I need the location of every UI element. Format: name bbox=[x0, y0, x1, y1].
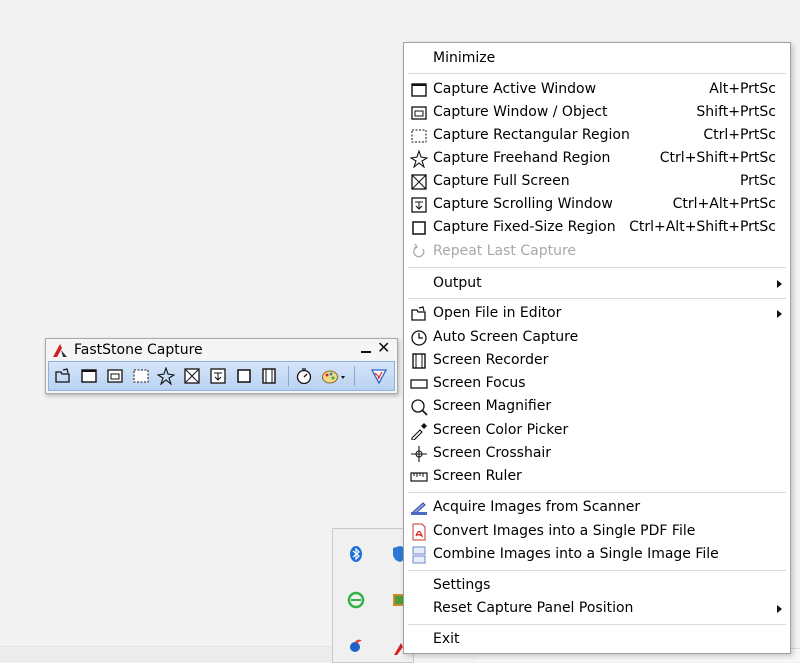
submenu-arrow-icon bbox=[777, 280, 782, 288]
capture-fixed-size-region-icon[interactable] bbox=[235, 367, 253, 385]
magnifier-icon bbox=[411, 399, 428, 416]
menu-item-screen-magnifier[interactable]: Screen Magnifier bbox=[404, 395, 790, 418]
capture-full-screen-icon bbox=[411, 174, 427, 190]
capture-toolbar bbox=[48, 361, 395, 391]
open-file-icon[interactable] bbox=[54, 367, 72, 385]
bird-app-icon[interactable] bbox=[347, 637, 365, 655]
delay-timer-icon[interactable] bbox=[295, 367, 313, 385]
menu-item-convert-images-to-pdf[interactable]: Convert Images into a Single PDF File bbox=[404, 520, 790, 543]
combine-images-icon bbox=[412, 546, 426, 564]
submenu-arrow-icon bbox=[777, 310, 782, 318]
menu-item-open-file-in-editor[interactable]: Open File in Editor bbox=[404, 302, 790, 325]
output-palette-icon[interactable] bbox=[321, 367, 347, 385]
toolbar-separator bbox=[354, 366, 355, 386]
window-title: FastStone Capture bbox=[74, 342, 203, 358]
settings-menu-icon[interactable] bbox=[370, 367, 388, 385]
menu-item-auto-screen-capture[interactable]: Auto Screen Capture bbox=[404, 326, 790, 349]
screen-focus-icon bbox=[410, 379, 428, 389]
tray-overflow-popup bbox=[332, 528, 414, 663]
menu-separator bbox=[408, 624, 786, 625]
capture-fixed-size-region-icon bbox=[412, 221, 426, 235]
capture-window-object-icon[interactable] bbox=[106, 367, 124, 385]
toolbar-separator bbox=[288, 366, 289, 386]
menu-item-combine-images[interactable]: Combine Images into a Single Image File bbox=[404, 543, 790, 566]
capture-active-window-icon[interactable] bbox=[80, 367, 98, 385]
menu-item-capture-window-object[interactable]: Capture Window / Object Shift+PrtSc bbox=[404, 101, 790, 124]
menu-item-screen-focus[interactable]: Screen Focus bbox=[404, 372, 790, 395]
menu-separator bbox=[408, 570, 786, 571]
menu-item-screen-crosshair[interactable]: Screen Crosshair bbox=[404, 442, 790, 465]
capture-freehand-region-icon[interactable] bbox=[157, 367, 175, 385]
ruler-icon bbox=[410, 472, 428, 482]
menu-item-screen-recorder[interactable]: Screen Recorder bbox=[404, 349, 790, 372]
menu-item-reset-capture-panel-position[interactable]: Reset Capture Panel Position bbox=[404, 597, 790, 620]
menu-item-repeat-last-capture: Repeat Last Capture bbox=[404, 240, 790, 263]
menu-item-settings[interactable]: Settings bbox=[404, 574, 790, 597]
capture-window-object-icon bbox=[411, 106, 427, 120]
menu-item-minimize[interactable]: Minimize bbox=[404, 47, 790, 70]
submenu-arrow-icon bbox=[777, 605, 782, 613]
desktop-area bbox=[0, 646, 332, 662]
menu-item-capture-full-screen[interactable]: Capture Full Screen PrtSc bbox=[404, 170, 790, 193]
scanner-icon bbox=[411, 502, 427, 515]
capture-freehand-region-icon bbox=[410, 150, 428, 168]
pdf-icon bbox=[412, 523, 426, 541]
open-file-icon bbox=[411, 306, 426, 321]
faststone-capture-window[interactable]: FastStone Capture ✕ bbox=[45, 338, 398, 394]
repeat-icon bbox=[413, 243, 425, 258]
faststone-logo-icon bbox=[53, 344, 67, 357]
capture-active-window-icon bbox=[411, 83, 427, 97]
capture-scrolling-window-icon[interactable] bbox=[209, 367, 227, 385]
menu-item-exit[interactable]: Exit bbox=[404, 628, 790, 651]
clock-icon bbox=[411, 330, 427, 346]
title-bar[interactable]: FastStone Capture ✕ bbox=[46, 339, 397, 360]
capture-rectangular-region-icon[interactable] bbox=[132, 367, 150, 385]
capture-full-screen-icon[interactable] bbox=[183, 367, 201, 385]
capture-rectangular-region-icon bbox=[411, 129, 427, 143]
faststone-context-menu: Minimize Capture Active Window Alt+PrtSc… bbox=[403, 42, 791, 654]
menu-separator bbox=[408, 298, 786, 299]
menu-item-screen-ruler[interactable]: Screen Ruler bbox=[404, 465, 790, 488]
menu-item-screen-color-picker[interactable]: Screen Color Picker bbox=[404, 419, 790, 442]
menu-separator bbox=[408, 73, 786, 74]
ie-icon[interactable] bbox=[347, 591, 365, 609]
minimize-icon[interactable] bbox=[359, 342, 373, 356]
bluetooth-icon[interactable] bbox=[347, 545, 365, 563]
capture-scrolling-window-icon bbox=[411, 197, 427, 213]
crosshair-icon bbox=[411, 446, 427, 462]
menu-item-output[interactable]: Output bbox=[404, 272, 790, 295]
menu-item-capture-rectangular-region[interactable]: Capture Rectangular Region Ctrl+PrtSc bbox=[404, 124, 790, 147]
menu-item-acquire-images-from-scanner[interactable]: Acquire Images from Scanner bbox=[404, 496, 790, 519]
menu-separator bbox=[408, 267, 786, 268]
screen-recorder-icon[interactable] bbox=[260, 367, 278, 385]
menu-item-capture-freehand-region[interactable]: Capture Freehand Region Ctrl+Shift+PrtSc bbox=[404, 147, 790, 170]
menu-item-capture-fixed-size-region[interactable]: Capture Fixed-Size Region Ctrl+Alt+Shift… bbox=[404, 216, 790, 239]
menu-separator bbox=[408, 492, 786, 493]
screen-recorder-icon bbox=[412, 353, 426, 369]
close-icon[interactable]: ✕ bbox=[377, 340, 390, 356]
eyedropper-icon bbox=[411, 423, 427, 440]
menu-item-capture-active-window[interactable]: Capture Active Window Alt+PrtSc bbox=[404, 78, 790, 101]
menu-item-capture-scrolling-window[interactable]: Capture Scrolling Window Ctrl+Alt+PrtSc bbox=[404, 193, 790, 216]
